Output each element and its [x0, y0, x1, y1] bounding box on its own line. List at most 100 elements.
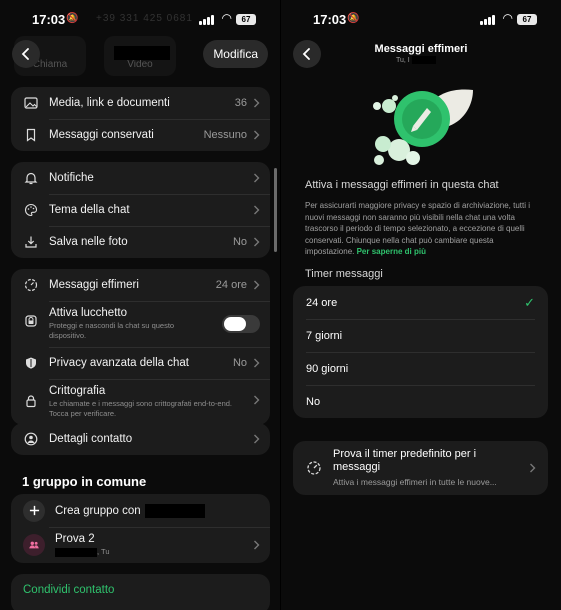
edit-button[interactable]: Modifica	[203, 40, 268, 68]
encryption-row[interactable]: Crittografia Le chiamate e i messaggi so…	[11, 379, 270, 425]
save-to-photos-value: No	[232, 236, 247, 248]
contact-info-screen: 17:03 🔕 +39 331 425 0681 ◠ 67 Chiama Vid…	[0, 0, 280, 610]
redacted-block	[114, 46, 170, 60]
redacted-subtitle	[411, 56, 436, 64]
timer-section-title: Timer messaggi	[305, 268, 383, 280]
chat-lock-label: Attiva lucchetto	[49, 307, 127, 319]
media-label: Media, link e documenti	[49, 97, 170, 109]
notifications-label: Notifiche	[49, 172, 94, 184]
group-members-suffix: , Tu	[97, 547, 110, 556]
bell-icon	[23, 170, 39, 186]
group-name: Prova 2	[55, 533, 95, 545]
shield-icon	[23, 355, 39, 371]
timer-option[interactable]: 90 giorni	[293, 352, 548, 385]
image-icon	[23, 95, 39, 111]
default-timer-promo[interactable]: Prova il timer predefinito per i messagg…	[293, 441, 548, 495]
promo-subtitle: Attiva i messaggi effimeri in tutte le n…	[333, 477, 497, 487]
group-row[interactable]: Prova 2 , Tu	[11, 527, 270, 563]
mute-bell-icon: 🔕	[347, 13, 360, 24]
chevron-right-icon	[254, 130, 260, 140]
groups-in-common-title: 1 gruppo in comune	[22, 474, 147, 489]
status-bar: 17:03 🔕 ◠ 67	[281, 10, 561, 30]
timer-option-label: 90 giorni	[306, 362, 349, 375]
timer-option-label: No	[306, 395, 321, 408]
timer-option[interactable]: 7 giorni	[293, 319, 548, 352]
checkmark-icon: ✓	[524, 294, 535, 310]
chevron-right-icon	[254, 205, 260, 215]
saved-messages-row[interactable]: Messaggi conservati Nessuno	[11, 119, 270, 151]
notifications-row[interactable]: Notifiche	[11, 162, 270, 194]
advanced-privacy-row[interactable]: Privacy avanzata della chat No	[11, 347, 270, 379]
ephemeral-messages-value: 24 ore	[215, 279, 247, 291]
create-group-label: Crea gruppo con	[55, 504, 141, 517]
wifi-icon: ◠	[502, 11, 513, 25]
back-button[interactable]	[12, 40, 40, 68]
timer-icon	[23, 277, 39, 293]
advanced-privacy-label: Privacy avanzata della chat	[49, 357, 189, 369]
media-card: Media, link e documenti 36 Messaggi cons…	[11, 87, 270, 151]
lock-icon	[23, 393, 39, 409]
page-title: Messaggi effimeri	[374, 43, 468, 55]
chevron-right-icon	[254, 280, 260, 290]
contact-phone-number: +39 331 425 0681	[96, 13, 193, 24]
save-to-photos-label: Salva nelle foto	[49, 236, 128, 248]
video-action-label: Video	[127, 59, 153, 70]
create-group-row[interactable]: Crea gruppo con	[11, 494, 270, 527]
chat-theme-row[interactable]: Tema della chat	[11, 194, 270, 226]
advanced-privacy-value: No	[232, 357, 247, 369]
ephemeral-illustration	[373, 89, 473, 165]
wifi-icon: ◠	[221, 11, 232, 25]
groups-card: Crea gruppo con Prova 2 , Tu	[11, 494, 270, 563]
group-icon	[23, 534, 45, 556]
timer-options-card: 24 ore ✓ 7 giorni 90 giorni No	[293, 286, 548, 418]
chat-lock-toggle[interactable]	[222, 315, 260, 333]
chat-settings-card: Notifiche Tema della chat Salva nelle fo…	[11, 162, 270, 258]
media-count: 36	[234, 97, 247, 109]
chevron-right-icon	[254, 540, 260, 550]
contact-details-row[interactable]: Dettagli contatto	[11, 423, 270, 455]
contact-details-label: Dettagli contatto	[49, 433, 133, 445]
signal-icon	[480, 15, 495, 25]
chevron-right-icon	[254, 98, 260, 108]
chevron-right-icon	[254, 434, 260, 444]
status-time: 17:03	[313, 12, 347, 27]
saved-messages-label: Messaggi conservati	[49, 129, 154, 141]
redacted-member-name	[55, 547, 97, 557]
timer-icon	[307, 461, 321, 475]
chevron-right-icon	[254, 358, 260, 368]
privacy-card: Messaggi effimeri 24 ore Attiva lucchett…	[11, 269, 270, 425]
chevron-right-icon	[254, 237, 260, 247]
encryption-label: Crittografia	[49, 385, 106, 397]
page-subtitle-wrap: Tu, I	[396, 56, 436, 64]
promo-title: Prova il timer predefinito per i messagg…	[333, 448, 477, 473]
chat-lock-icon	[23, 313, 39, 329]
page-subtitle: Tu, I	[396, 56, 410, 64]
bookmark-icon	[23, 127, 39, 143]
media-row[interactable]: Media, link e documenti 36	[11, 87, 270, 119]
timer-option[interactable]: No	[293, 385, 548, 418]
timer-option[interactable]: 24 ore ✓	[293, 286, 548, 319]
contact-details-card: Dettagli contatto	[11, 423, 270, 455]
ephemeral-description: Per assicurarti maggiore privacy e spazi…	[305, 200, 545, 258]
chevron-right-icon	[530, 463, 536, 473]
chevron-right-icon	[254, 173, 260, 183]
encryption-description: Le chiamate e i messaggi sono crittograf…	[49, 399, 233, 418]
timer-option-label: 24 ore	[306, 296, 338, 309]
save-to-photos-row[interactable]: Salva nelle foto No	[11, 226, 270, 258]
share-contact-card[interactable]: Condividi contatto	[11, 574, 270, 610]
ephemeral-heading: Attiva i messaggi effimeri in questa cha…	[305, 179, 499, 191]
learn-more-link[interactable]: Per saperne di più	[357, 247, 426, 256]
timer-option-label: 7 giorni	[306, 329, 343, 342]
scrollbar[interactable]	[274, 168, 277, 252]
chat-theme-label: Tema della chat	[49, 204, 130, 216]
battery-icon: 67	[517, 14, 537, 25]
download-icon	[23, 234, 39, 250]
share-contact-label: Condividi contatto	[23, 584, 115, 596]
redacted-contact-name	[144, 503, 205, 518]
chat-lock-description: Proteggi e nascondi la chat su questo di…	[49, 321, 175, 340]
ephemeral-messages-row[interactable]: Messaggi effimeri 24 ore	[11, 269, 270, 301]
saved-messages-value: Nessuno	[203, 129, 247, 141]
battery-icon: 67	[236, 14, 256, 25]
ephemeral-messages-label: Messaggi effimeri	[49, 279, 139, 291]
mute-bell-icon: 🔕	[66, 13, 79, 24]
